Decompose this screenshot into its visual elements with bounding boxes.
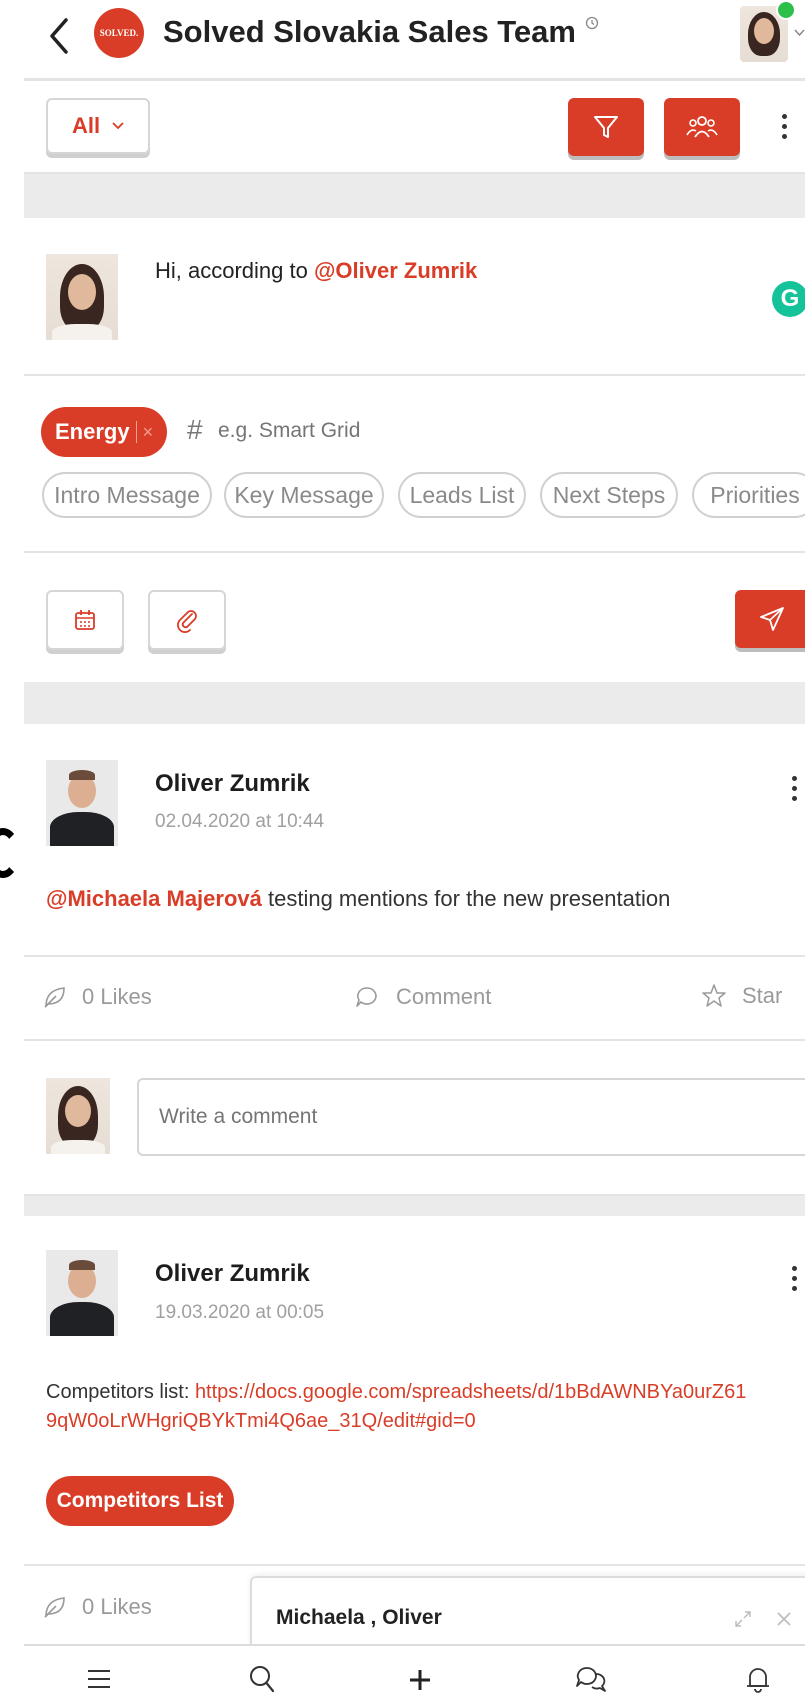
post-menu-button[interactable] <box>792 1266 798 1296</box>
page-title: Solved Slovakia Sales Team <box>163 14 599 50</box>
feed-content: SOLVED. Solved Slovakia Sales Team All H… <box>24 0 805 1708</box>
composer-mention: @Oliver Zumrik <box>313 258 478 283</box>
post-link[interactable]: https://docs.google.com/spreadsheets/d/1… <box>195 1381 746 1403</box>
post-divider <box>24 1564 805 1566</box>
clock-icon <box>585 16 598 30</box>
grammarly-badge[interactable]: G <box>772 281 805 317</box>
post-author-name[interactable]: Oliver Zumrik <box>155 770 310 798</box>
grammarly-letter: G <box>780 285 800 312</box>
tag-chip-label: Energy <box>55 419 130 444</box>
tags-divider <box>24 551 805 553</box>
page-title-text: Solved Slovakia Sales Team <box>163 14 576 49</box>
filter-select-value: All <box>71 113 101 138</box>
post-timestamp: 02.04.2020 at 10:44 <box>155 811 325 832</box>
bell-icon[interactable] <box>744 1664 772 1694</box>
post-author-name[interactable]: Oliver Zumrik <box>155 1260 310 1288</box>
tag-chip-energy[interactable]: Energy × <box>41 407 167 457</box>
post-body-line-2: 9qW0oLrWHgriQBYkTmi4Q6ae_31Q/edit#gid=0 <box>46 1407 746 1436</box>
send-button[interactable] <box>735 590 805 648</box>
more-options-button[interactable] <box>782 114 788 144</box>
close-icon[interactable] <box>776 1611 792 1627</box>
quick-tag-key-message[interactable]: Key Message <box>224 472 384 518</box>
app-screen: SOLVED. Solved Slovakia Sales Team All H… <box>0 0 805 1708</box>
quick-tag-intro-message[interactable]: Intro Message <box>42 472 212 518</box>
tag-input[interactable] <box>218 414 438 448</box>
expand-icon[interactable] <box>734 1610 752 1628</box>
post-body: @Michaela Majerová testing mentions for … <box>46 886 670 912</box>
comment-button[interactable]: Comment <box>354 984 491 1010</box>
chat-popup-title: Michaela , Oliver <box>276 1606 442 1629</box>
post-actions-divider <box>24 1039 805 1041</box>
comment-label: Comment <box>396 984 492 1009</box>
calendar-button[interactable] <box>46 590 124 650</box>
post-body-line-1: Competitors list: https://docs.google.co… <box>46 1378 746 1407</box>
quick-tag-next-steps[interactable]: Next Steps <box>540 472 678 518</box>
post-link-continued[interactable]: 9qW0oLrWHgriQBYkTmi4Q6ae_31Q/edit#gid=0 <box>46 1410 476 1432</box>
members-button[interactable] <box>664 98 740 156</box>
leaf-icon <box>44 987 65 1008</box>
composer-avatar <box>46 254 118 340</box>
funnel-icon <box>594 116 618 138</box>
post-text: testing mentions for the new presentatio… <box>261 886 671 911</box>
comment-input[interactable] <box>137 1078 805 1156</box>
send-icon <box>760 607 784 631</box>
attach-button[interactable] <box>148 590 226 650</box>
star-button[interactable]: Star <box>700 982 782 1010</box>
tag-chip-divider <box>135 421 137 443</box>
like-button[interactable]: 0 Likes <box>42 1594 152 1620</box>
tag-chip-remove-button[interactable]: × <box>143 422 154 443</box>
quick-tag-leads-list[interactable]: Leads List <box>398 472 526 518</box>
post-body: Competitors list: https://docs.google.co… <box>46 1378 746 1436</box>
calendar-icon <box>75 610 95 630</box>
online-status-dot <box>776 0 796 20</box>
quick-tag-priorities[interactable]: Priorities <box>692 472 805 518</box>
section-gap <box>24 174 805 218</box>
left-edge-glyph <box>0 822 22 892</box>
back-button[interactable] <box>42 14 78 58</box>
hashtag-icon: # <box>187 414 203 445</box>
post-timestamp: 19.03.2020 at 00:05 <box>155 1302 325 1323</box>
account-chevron-icon[interactable] <box>794 28 805 38</box>
paperclip-icon <box>177 610 197 633</box>
like-button[interactable]: 0 Likes <box>42 984 152 1010</box>
plus-icon[interactable] <box>408 1668 432 1692</box>
likes-count: 0 Likes <box>82 1594 152 1619</box>
post-author-avatar[interactable] <box>46 760 118 846</box>
team-logo: SOLVED. <box>94 8 144 58</box>
composer-text-prefix: Hi, according to <box>155 258 314 283</box>
filter-select[interactable]: All <box>46 98 150 154</box>
comment-bubble-icon <box>356 987 377 1007</box>
users-icon <box>686 116 718 138</box>
chevron-down-icon <box>112 122 124 130</box>
header-divider <box>24 78 805 81</box>
post-menu-button[interactable] <box>792 776 798 806</box>
comment-avatar <box>46 1078 110 1154</box>
likes-count: 0 Likes <box>82 984 152 1009</box>
post-author-avatar[interactable] <box>46 1250 118 1336</box>
team-logo-text: SOLVED. <box>99 28 139 38</box>
composer-text[interactable]: Hi, according to @Oliver Zumrik <box>155 258 477 284</box>
star-label: Star <box>742 983 783 1008</box>
post-mention[interactable]: @Michaela Majerová <box>46 886 262 911</box>
post-text: Competitors list: <box>46 1381 195 1403</box>
section-gap <box>24 1194 805 1216</box>
section-gap <box>24 682 805 724</box>
post-tag-competitors-list[interactable]: Competitors List <box>46 1476 234 1526</box>
chat-icon[interactable] <box>574 1664 608 1694</box>
filter-button[interactable] <box>568 98 644 156</box>
star-icon <box>702 984 726 1007</box>
chevron-left-icon <box>50 18 68 54</box>
leaf-icon <box>44 1597 65 1618</box>
menu-icon[interactable] <box>86 1667 112 1691</box>
search-icon[interactable] <box>248 1664 276 1694</box>
post-divider <box>24 955 805 957</box>
composer-divider <box>24 374 805 376</box>
